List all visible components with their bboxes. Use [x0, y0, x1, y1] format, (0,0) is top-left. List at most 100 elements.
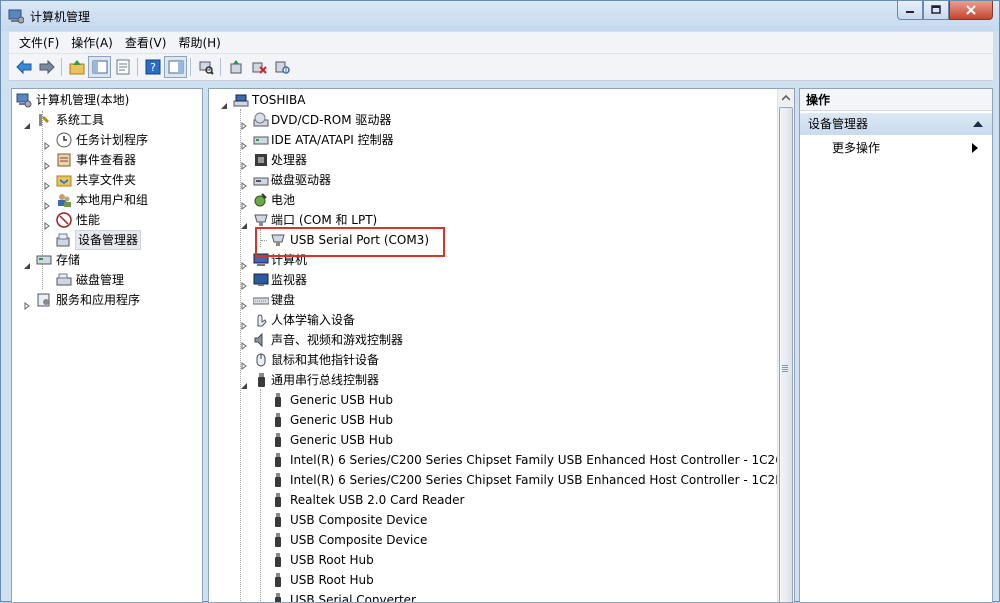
usb-device-icon: [270, 432, 286, 448]
actions-pane: 操作 设备管理器 更多操作: [799, 88, 993, 603]
svg-text:?: ?: [150, 61, 156, 74]
expand-arrow-icon[interactable]: [240, 276, 248, 290]
show-hide-action-pane-button[interactable]: [164, 56, 187, 78]
properties-icon: [116, 59, 129, 75]
expand-arrow-icon[interactable]: [240, 296, 248, 310]
expand-arrow-icon[interactable]: [240, 196, 248, 210]
shared-folders-icon: [56, 172, 72, 188]
tree-item-label: 系统工具: [56, 113, 105, 127]
system-tools-icon: [36, 112, 52, 128]
device-category-label: 电池: [271, 193, 296, 207]
local-users-icon: [56, 192, 72, 208]
help-button[interactable]: ?: [141, 56, 164, 78]
window-title: 计算机管理: [30, 10, 91, 24]
device-item-label: USB Composite Device: [290, 513, 428, 527]
expand-arrow-icon[interactable]: [240, 136, 248, 150]
port-icon: [253, 212, 269, 228]
collapse-arrow-icon[interactable]: [220, 96, 228, 109]
vertical-scrollbar[interactable]: [777, 89, 794, 602]
console-tree-pane[interactable]: 计算机管理(本地) 系统工具 任务计划程序 事件查看器 共享文件夹 本地用户和组…: [11, 88, 203, 603]
expand-arrow-icon[interactable]: [240, 356, 248, 370]
expand-arrow-icon[interactable]: [43, 216, 51, 230]
device-item-label: USB Root Hub: [290, 573, 374, 587]
device-category-label: 监视器: [271, 273, 308, 287]
show-hide-tree-button[interactable]: [88, 56, 111, 78]
title-bar[interactable]: 计算机管理: [1, 1, 999, 31]
scan-hardware-button[interactable]: [194, 56, 217, 78]
expand-arrow-icon[interactable]: [240, 256, 248, 270]
collapse-arrow-icon[interactable]: [240, 376, 248, 389]
scan-hardware-icon: [199, 61, 214, 75]
device-category-label: 声音、视频和游戏控制器: [271, 333, 404, 347]
update-driver-icon: [230, 60, 241, 74]
usb-device-icon: [270, 572, 286, 588]
back-arrow-icon: [15, 59, 31, 75]
expand-arrow-icon[interactable]: [240, 156, 248, 170]
expand-arrow-icon[interactable]: [240, 116, 248, 130]
tree-item-label: 服务和应用程序: [56, 293, 141, 307]
toolbar-separator: [220, 58, 221, 76]
forward-button[interactable]: [35, 56, 58, 78]
monitor-icon: [253, 272, 269, 288]
collapse-arrow-icon[interactable]: [240, 216, 248, 229]
services-icon: [36, 292, 52, 308]
usb-device-icon: [270, 492, 286, 508]
close-button[interactable]: [949, 1, 993, 20]
scroll-up-button[interactable]: [778, 89, 794, 106]
collapse-up-icon[interactable]: [973, 121, 983, 127]
scroll-up-arrow-icon: [782, 94, 790, 101]
device-item-label: USB Serial Converter: [290, 593, 416, 603]
uninstall-button[interactable]: [247, 56, 270, 78]
device-item-label: Intel(R) 6 Series/C200 Series Chipset Fa…: [290, 473, 785, 487]
device-manager-icon: [56, 232, 72, 248]
mouse-icon: [253, 352, 269, 368]
actions-section-label: 设备管理器: [808, 117, 869, 131]
more-actions-label: 更多操作: [832, 141, 881, 155]
disable-device-icon: [275, 61, 290, 74]
keyboard-icon: [252, 292, 270, 308]
toolbar-separator: [137, 58, 138, 76]
expand-arrow-icon[interactable]: [240, 176, 248, 190]
update-driver-button[interactable]: [224, 56, 247, 78]
expand-arrow-icon[interactable]: [240, 316, 248, 330]
expand-arrow-icon[interactable]: [43, 176, 51, 190]
scroll-grip-icon: [782, 365, 788, 372]
actions-section-device-manager[interactable]: 设备管理器: [800, 113, 992, 135]
menu-action[interactable]: 操作(A): [65, 34, 119, 51]
computer-icon: [233, 92, 249, 108]
up-folder-icon: [69, 60, 84, 75]
menu-help[interactable]: 帮助(H): [172, 34, 226, 51]
device-tree-pane[interactable]: TOSHIBA DVD/CD-ROM 驱动器 IDE ATA/ATAPI 控制器…: [208, 88, 795, 603]
expand-arrow-icon[interactable]: [43, 196, 51, 210]
expand-arrow-icon[interactable]: [240, 336, 248, 350]
minimize-icon: [906, 11, 914, 13]
toolbar-separator: [61, 58, 62, 76]
minimize-button[interactable]: [897, 1, 923, 20]
tree-item-label: 任务计划程序: [76, 133, 149, 147]
tree-item-label: 事件查看器: [76, 153, 137, 167]
device-category-label: 磁盘驱动器: [271, 173, 332, 187]
expand-arrow-icon[interactable]: [43, 156, 51, 170]
close-icon: [966, 5, 976, 15]
event-viewer-icon: [56, 152, 72, 168]
properties-button[interactable]: [111, 56, 134, 78]
device-item-label: USB Composite Device: [290, 533, 428, 547]
menu-file[interactable]: 文件(F): [13, 34, 65, 51]
submenu-arrow-icon: [972, 143, 978, 153]
maximize-button[interactable]: [923, 1, 949, 20]
computer-management-app-icon: [8, 8, 25, 24]
tree-item-label: 计算机管理(本地): [36, 93, 130, 107]
scroll-thumb[interactable]: [779, 107, 793, 602]
expand-arrow-icon[interactable]: [43, 136, 51, 150]
tree-item-label: 设备管理器: [75, 230, 142, 250]
up-button[interactable]: [65, 56, 88, 78]
show-hide-tree-icon: [92, 60, 107, 74]
collapse-arrow-icon[interactable]: [23, 116, 31, 129]
back-button[interactable]: [12, 56, 35, 78]
disable-device-button[interactable]: [270, 56, 293, 78]
expand-arrow-icon[interactable]: [23, 296, 31, 310]
more-actions-item[interactable]: 更多操作: [800, 137, 992, 159]
usb-device-icon: [270, 552, 286, 568]
menu-view[interactable]: 查看(V): [119, 34, 173, 51]
collapse-arrow-icon[interactable]: [23, 256, 31, 269]
